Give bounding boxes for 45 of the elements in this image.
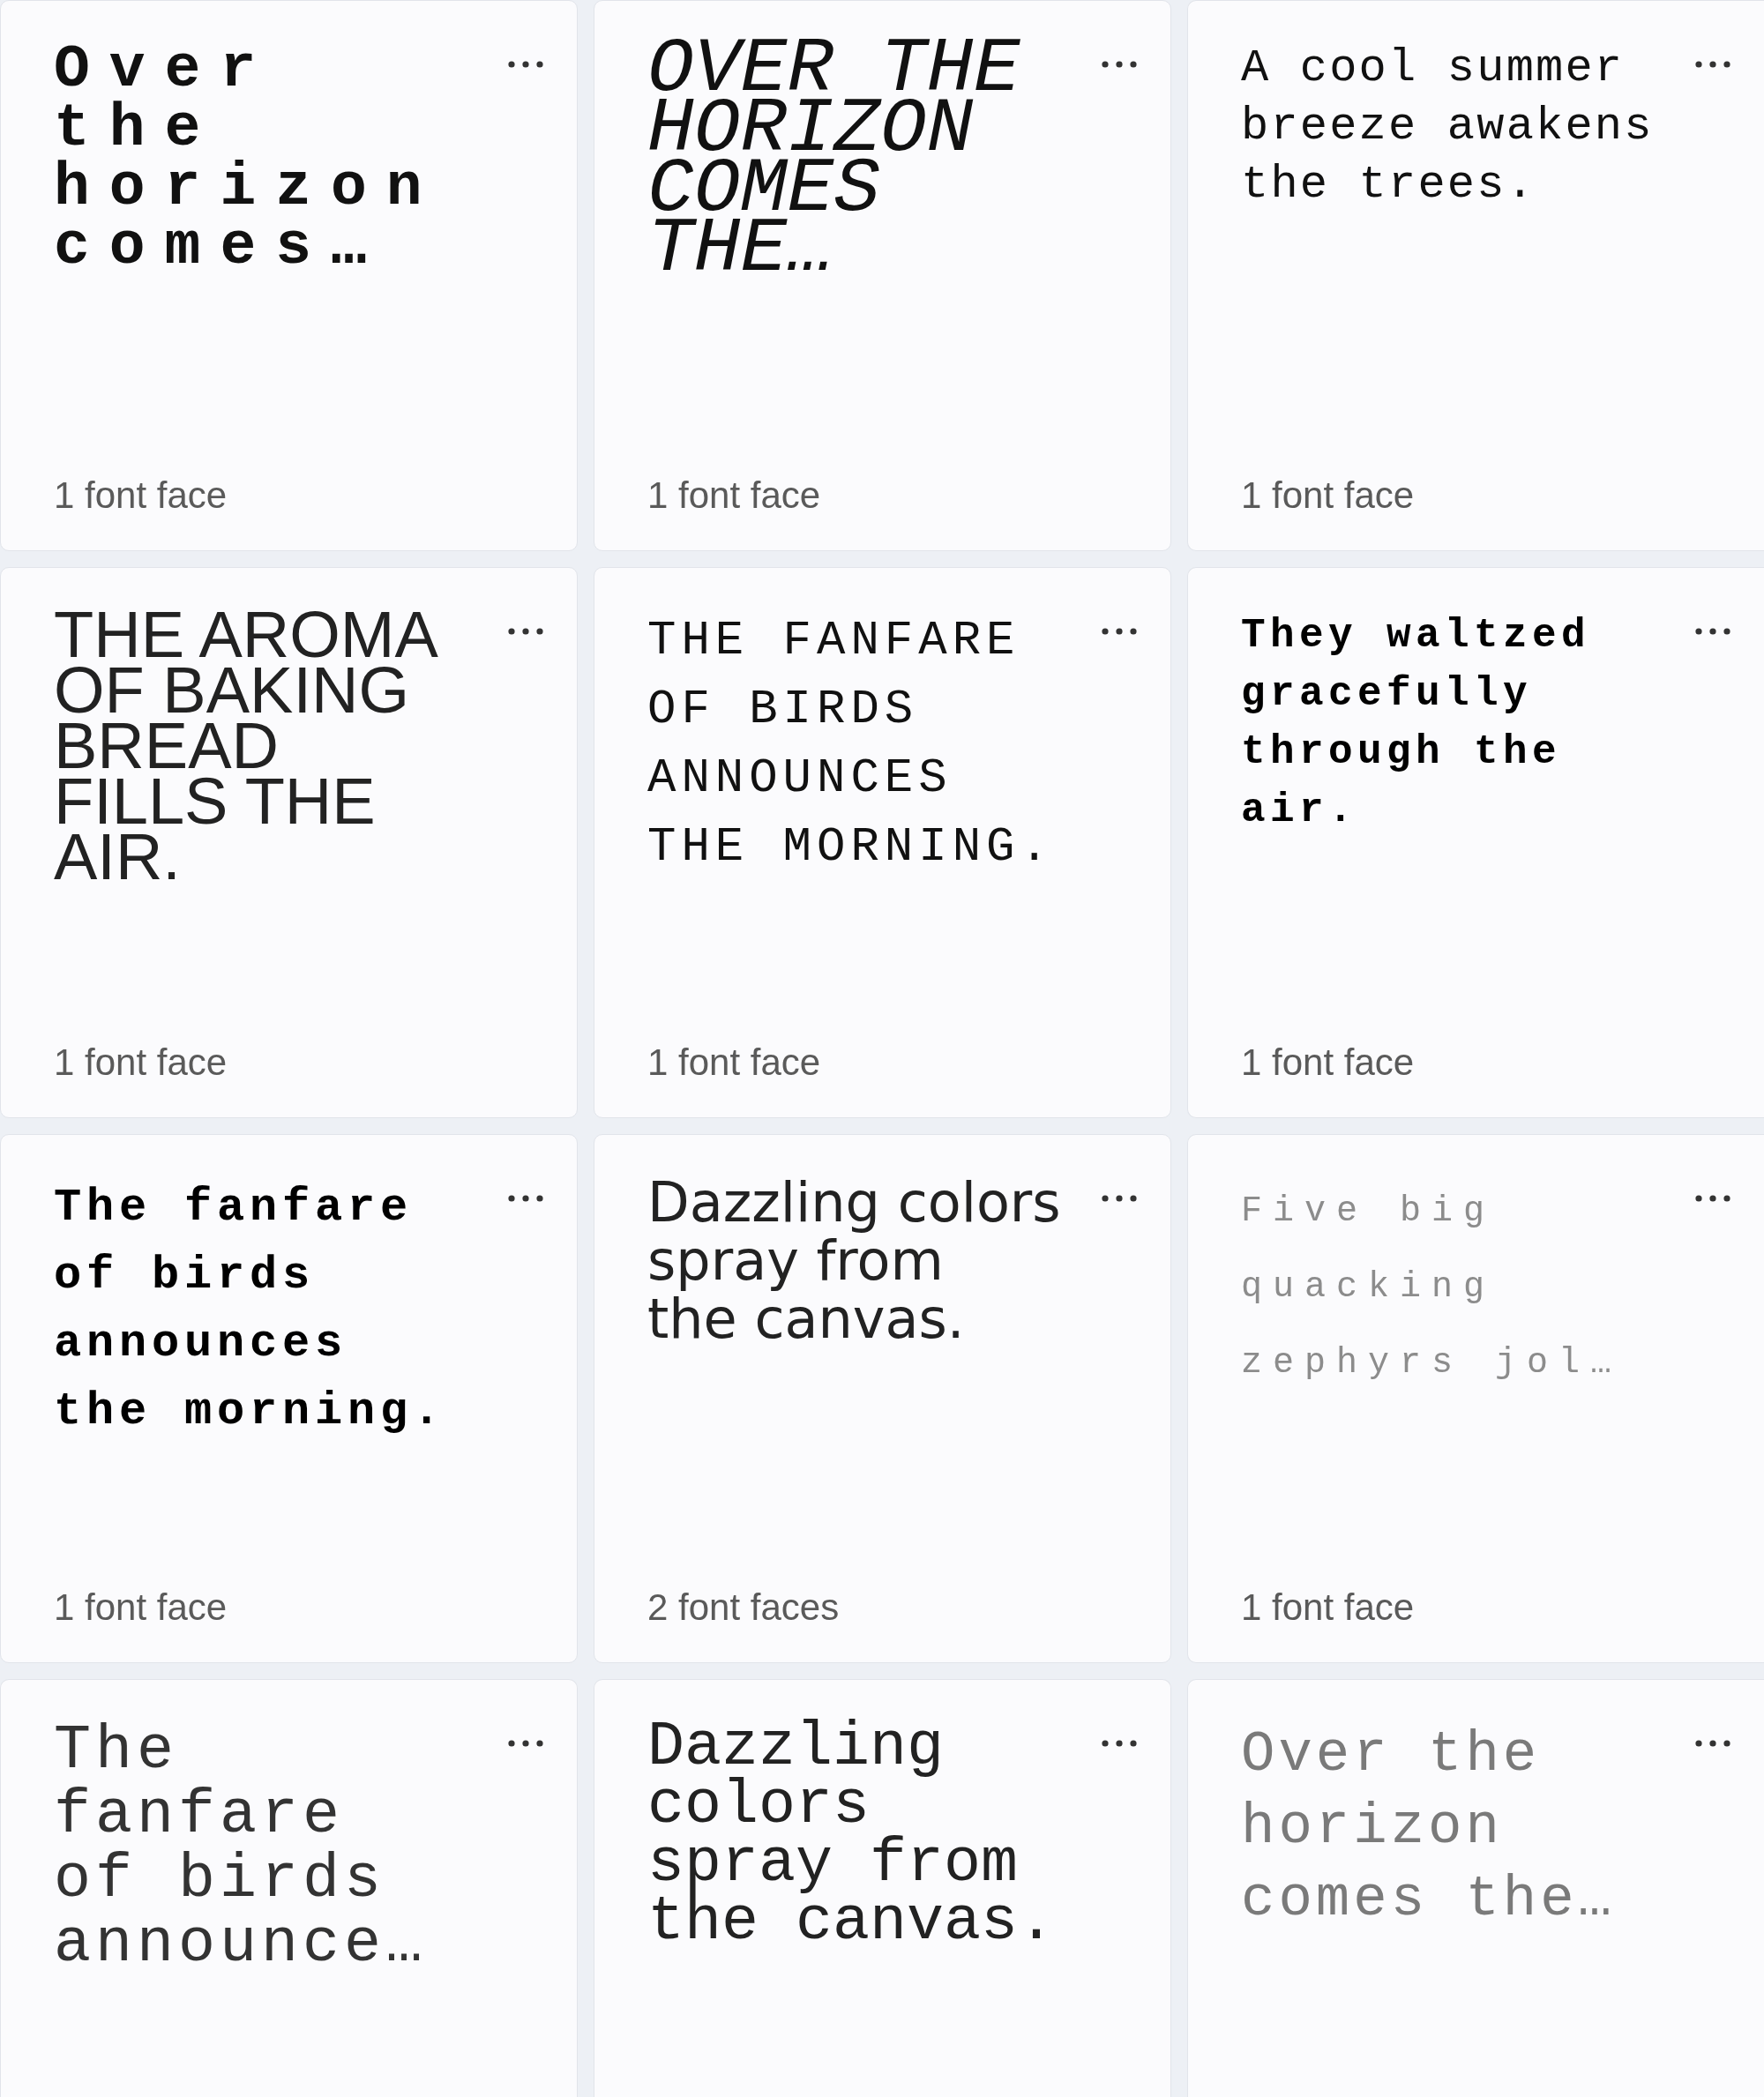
font-face-count: 1 font face — [54, 474, 228, 517]
font-preview-text: THE FANFARE OF BIRDS ANNOUNCES THE MORNING. — [647, 613, 1055, 876]
more-icon — [1102, 1195, 1137, 1202]
font-card[interactable]: A cool summer breeze awakens the trees. 1 font face — [1187, 0, 1764, 551]
font-card[interactable]: Over the horizon comes… 1 font face — [0, 0, 578, 551]
font-face-count: 1 font face — [1241, 1586, 1415, 1629]
font-preview-text: The fanfare of birds announces the morning. — [54, 1181, 447, 1439]
more-icon — [1695, 628, 1730, 635]
more-icon — [1102, 628, 1137, 635]
font-preview-text: Over the horizon comes… — [54, 40, 443, 276]
font-preview-text: Over the horizon comes the… — [1241, 1722, 1617, 1933]
font-face-count: 2 font faces — [647, 1586, 840, 1629]
more-icon — [1102, 61, 1137, 68]
font-card[interactable]: The fanfare of birds announce… — [0, 1679, 578, 2097]
font-face-count: 1 font face — [54, 1041, 228, 1084]
font-preview-text: Dazzling colors spray from the canvas. — [647, 1174, 1062, 1348]
more-icon — [508, 61, 543, 68]
font-preview-text: The fanfare of birds announce… — [54, 1719, 429, 1976]
font-card[interactable]: THE AROMA OF BAKING BREAD FILLS THE AIR. 1 font face — [0, 567, 578, 1118]
font-preview-text: They waltzed gracefully through the air. — [1241, 612, 1592, 835]
more-icon — [508, 1195, 543, 1202]
font-preview-text: Dazzling colors spray from the canvas. — [647, 1719, 1057, 1951]
more-icon — [508, 628, 543, 635]
more-icon — [508, 1740, 543, 1747]
font-face-count: 1 font face — [647, 1041, 821, 1084]
font-face-count: 1 font face — [647, 474, 821, 517]
font-card[interactable]: THE FANFARE OF BIRDS ANNOUNCES THE MORNING. 1 font face — [594, 567, 1171, 1118]
font-preview-text: A cool summer breeze awakens the trees. — [1241, 41, 1655, 213]
font-preview-text: Five big quacking zephyrs jol… — [1241, 1190, 1624, 1384]
more-icon — [1695, 1195, 1730, 1202]
font-card[interactable]: Over the horizon comes the… — [1187, 1679, 1764, 2097]
font-preview-text: OVER THE HORIZON COMES THE… — [647, 40, 1021, 280]
font-card[interactable]: Five big quacking zephyrs jol… 1 font face — [1187, 1134, 1764, 1663]
more-icon — [1695, 1740, 1730, 1747]
more-icon — [1102, 1740, 1137, 1747]
font-face-count: 1 font face — [1241, 474, 1415, 517]
font-preview-text: THE AROMA OF BAKING BREAD FILLS THE AIR. — [54, 607, 437, 884]
font-card[interactable]: The fanfare of birds announces the morning. 1 font face — [0, 1134, 578, 1663]
more-icon — [1695, 61, 1730, 68]
font-card[interactable]: They waltzed gracefully through the air. 1 font face — [1187, 567, 1764, 1118]
font-face-count: 1 font face — [1241, 1041, 1415, 1084]
font-card[interactable]: OVER THE HORIZON COMES THE… 1 font face — [594, 0, 1171, 551]
font-card[interactable]: Dazzling colors spray from the canvas. 2 font faces — [594, 1134, 1171, 1663]
font-face-count: 1 font face — [54, 1586, 228, 1629]
font-card[interactable]: Dazzling colors spray from the canvas. — [594, 1679, 1171, 2097]
